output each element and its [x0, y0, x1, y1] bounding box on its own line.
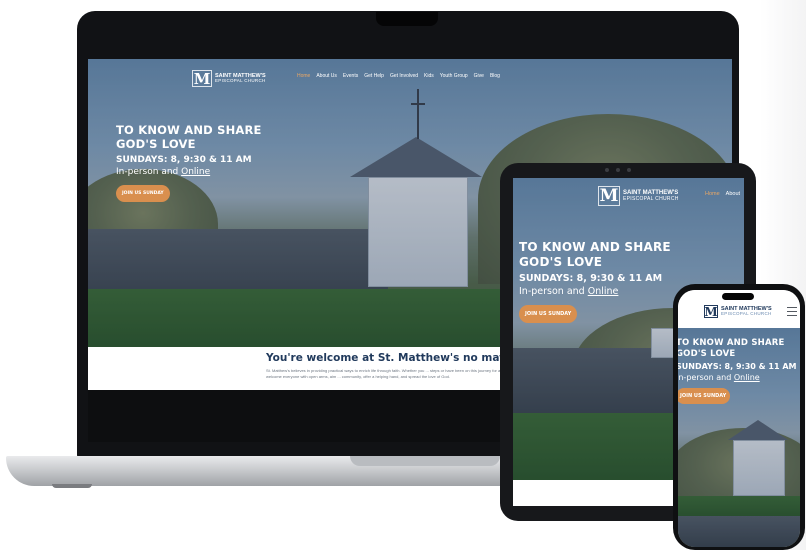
logo-line2: EPISCOPAL CHURCH: [721, 311, 772, 317]
hero-title-line1: TO KNOW AND SHARE: [678, 338, 785, 348]
attend-prefix: In-person and: [519, 286, 588, 297]
join-us-sunday-button[interactable]: JOIN US SUNDAY: [678, 388, 731, 405]
hero-title-line2: GOD'S LOVE: [678, 348, 736, 359]
main-nav: Home About Us Events Get Help Get Involv…: [297, 73, 500, 79]
hero-title: TO KNOW AND SHARE GOD'S LOVE: [519, 240, 671, 270]
laptop-opening-notch: [350, 456, 500, 466]
logo-line2: EPISCOPAL CHURCH: [215, 78, 266, 84]
attend-line: In-person and Online: [519, 286, 671, 297]
welcome-body: St. Matthew's believes in providing prac…: [266, 368, 518, 379]
main-nav: Home About: [705, 191, 740, 197]
site-logo[interactable]: M SAINT MATTHEW'S EPISCOPAL CHURCH: [598, 186, 679, 206]
join-us-sunday-button[interactable]: JOIN US SUNDAY: [519, 305, 578, 323]
site-logo[interactable]: M SAINT MATTHEW'S EPISCOPAL CHURCH: [704, 304, 772, 319]
service-times: SUNDAYS: 8, 9:30 & 11 AM: [519, 273, 663, 284]
logo-line2: EPISCOPAL CHURCH: [623, 195, 679, 202]
online-link[interactable]: Online: [588, 286, 619, 297]
church-logo-icon: M: [704, 304, 718, 319]
service-times: SUNDAYS: 8, 9:30 & 11 AM: [116, 154, 252, 165]
nav-item-get-involved[interactable]: Get Involved: [390, 73, 418, 79]
online-link[interactable]: Online: [181, 167, 210, 177]
nav-item-youth-group[interactable]: Youth Group: [440, 73, 468, 79]
nav-item-blog[interactable]: Blog: [490, 73, 500, 79]
nav-item-give[interactable]: Give: [474, 73, 484, 79]
hero-text: TO KNOW AND SHARE GOD'S LOVE SUNDAYS: 8,…: [678, 338, 797, 405]
hero-title: TO KNOW AND SHARE GOD'S LOVE: [678, 338, 796, 359]
church-logo-icon: M: [192, 69, 212, 88]
nav-item-home[interactable]: Home: [297, 73, 310, 79]
service-times: SUNDAYS: 8, 9:30 & 11 AM: [678, 362, 797, 372]
hero-title-line2: GOD'S LOVE: [519, 255, 603, 269]
nav-item-about-us[interactable]: About Us: [316, 73, 337, 79]
hero-title-line1: TO KNOW AND SHARE: [519, 240, 671, 254]
nav-item-get-help[interactable]: Get Help: [364, 73, 384, 79]
logo-text: SAINT MATTHEW'S EPISCOPAL CHURCH: [721, 306, 772, 317]
nav-item-kids[interactable]: Kids: [424, 73, 434, 79]
logo-text: SAINT MATTHEW'S EPISCOPAL CHURCH: [215, 73, 266, 84]
hero-title-line2: GOD'S LOVE: [116, 137, 196, 152]
church-logo-icon: M: [598, 186, 620, 206]
hero-text: TO KNOW AND SHARE GOD'S LOVE SUNDAYS: 8,…: [519, 240, 671, 323]
hero-title: TO KNOW AND SHARE GOD'S LOVE: [116, 123, 262, 152]
hero-title-line1: TO KNOW AND SHARE: [116, 123, 262, 137]
join-us-sunday-button[interactable]: JOIN US SUNDAY: [116, 184, 170, 202]
hero-text: TO KNOW AND SHARE GOD'S LOVE SUNDAYS: 8,…: [116, 123, 262, 202]
online-link[interactable]: Online: [734, 373, 760, 382]
attend-prefix: In-person and: [678, 373, 734, 383]
nav-item-home[interactable]: Home: [705, 191, 720, 197]
phone-dynamic-island: [722, 293, 754, 300]
site-logo[interactable]: M SAINT MATTHEW'S EPISCOPAL CHURCH: [192, 69, 266, 88]
attend-prefix: In-person and: [116, 166, 182, 177]
nav-item-events[interactable]: Events: [343, 73, 358, 79]
laptop-foot: [52, 484, 92, 488]
nav-item-about[interactable]: About: [726, 191, 740, 197]
phone-hero: TO KNOW AND SHARE GOD'S LOVE SUNDAYS: 8,…: [678, 328, 800, 547]
attend-line: In-person and Online: [678, 373, 796, 382]
phone-screen: M SAINT MATTHEW'S EPISCOPAL CHURCH TO KN…: [678, 290, 800, 547]
tablet-camera-icon: [605, 168, 631, 174]
hamburger-icon[interactable]: [787, 307, 797, 317]
attend-line: In-person and Online: [116, 167, 262, 177]
laptop-camera-notch: [376, 12, 438, 26]
logo-text: SAINT MATTHEW'S EPISCOPAL CHURCH: [623, 190, 679, 202]
